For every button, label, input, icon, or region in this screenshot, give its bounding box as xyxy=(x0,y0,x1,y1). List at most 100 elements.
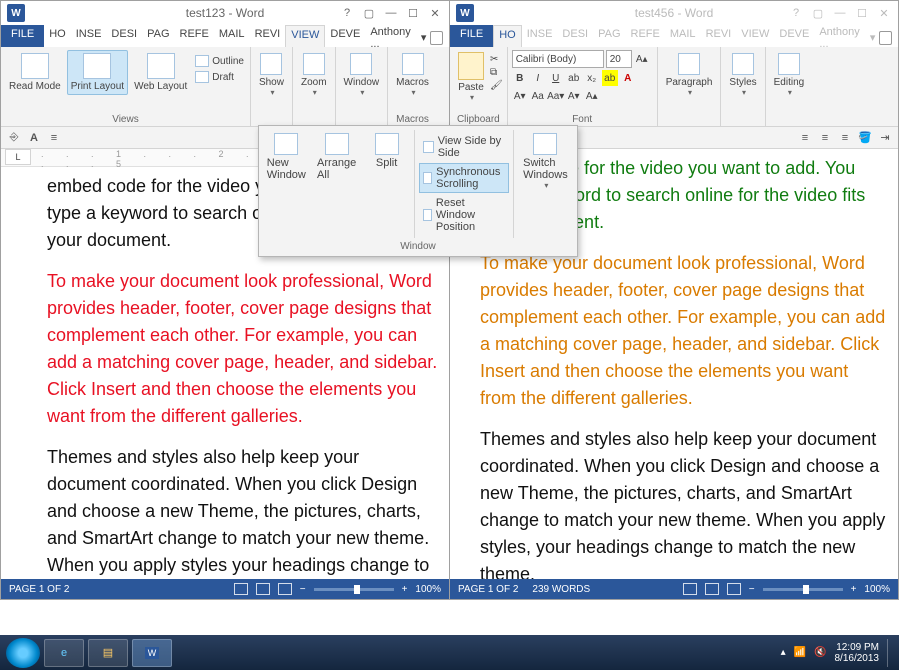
highlight-icon[interactable]: ab xyxy=(602,70,618,86)
minimize-icon[interactable]: — xyxy=(381,5,401,21)
view-mode-3-icon[interactable] xyxy=(727,583,741,595)
subscript-icon[interactable]: x₂ xyxy=(584,70,600,86)
start-button[interactable] xyxy=(6,638,40,668)
copy-icon[interactable]: ⧉ xyxy=(490,67,503,78)
clear-format-icon[interactable]: Aa xyxy=(530,88,546,104)
file-tab[interactable]: FILE xyxy=(1,25,44,47)
tab-design[interactable]: DESI xyxy=(106,25,142,47)
close-icon[interactable]: ✕ xyxy=(425,5,445,21)
view-side-by-side-button[interactable]: View Side by Side xyxy=(419,132,509,162)
close-icon[interactable]: ✕ xyxy=(874,5,894,21)
font-name-select[interactable]: Calibri (Body) xyxy=(512,50,604,68)
paint-icon[interactable]: 🪣 xyxy=(858,131,872,145)
zoom-in-icon[interactable]: + xyxy=(402,584,408,595)
new-window-button[interactable]: New Window xyxy=(263,130,310,184)
page-status[interactable]: PAGE 1 OF 2 xyxy=(458,584,518,595)
split-button[interactable]: Split xyxy=(364,130,410,172)
italic-icon[interactable]: I xyxy=(530,70,546,86)
tray-up-icon[interactable]: ▴ xyxy=(781,647,786,658)
view-mode-2-icon[interactable] xyxy=(256,583,270,595)
zoom-in-icon[interactable]: + xyxy=(851,584,857,595)
font-color-icon[interactable]: A xyxy=(620,70,636,86)
editing-button[interactable]: Editing xyxy=(770,50,809,100)
read-mode-button[interactable]: Read Mode xyxy=(5,50,65,95)
tab-review[interactable]: REVI xyxy=(701,25,737,47)
view-mode-1-icon[interactable] xyxy=(683,583,697,595)
zoom-value[interactable]: 100% xyxy=(415,584,441,595)
align-3-icon[interactable]: ≡ xyxy=(838,131,852,145)
page-status[interactable]: PAGE 1 OF 2 xyxy=(9,584,69,595)
synchronous-scrolling-button[interactable]: Synchronous Scrolling xyxy=(419,163,509,193)
macros-button[interactable]: Macros xyxy=(392,50,433,100)
ribbon-collapse-icon[interactable]: ▢ xyxy=(359,5,379,21)
zoom-out-icon[interactable]: − xyxy=(300,584,306,595)
tab-mail[interactable]: MAIL xyxy=(214,25,250,47)
tab-dev[interactable]: DEVE xyxy=(774,25,814,47)
zoom-value[interactable]: 100% xyxy=(864,584,890,595)
tab-page[interactable]: PAG xyxy=(142,25,174,47)
draft-button[interactable]: Draft xyxy=(193,70,246,84)
account-user[interactable]: Anthony ...▾ xyxy=(365,25,449,47)
show-desktop-button[interactable] xyxy=(887,639,893,667)
align-1-icon[interactable]: ≡ xyxy=(798,131,812,145)
ribbon-collapse-icon[interactable]: ▢ xyxy=(808,5,828,21)
tab-view[interactable]: VIEW xyxy=(285,25,325,47)
grow-font-icon[interactable]: A▴ xyxy=(634,51,650,67)
explorer-taskbar-button[interactable]: ▤ xyxy=(88,639,128,667)
print-layout-button[interactable]: Print Layout xyxy=(67,50,128,95)
zoom-out-icon[interactable]: − xyxy=(749,584,755,595)
tab-mail[interactable]: MAIL xyxy=(665,25,701,47)
tab-view[interactable]: VIEW xyxy=(736,25,774,47)
tab-refs[interactable]: REFE xyxy=(626,25,665,47)
maximize-icon[interactable]: ☐ xyxy=(403,5,423,21)
bold-a-icon[interactable]: A xyxy=(27,131,41,145)
underline-icon[interactable]: U xyxy=(548,70,564,86)
help-icon[interactable]: ? xyxy=(786,5,806,21)
page-break-icon[interactable]: ⎆ xyxy=(7,131,21,145)
zoom-button[interactable]: Zoom xyxy=(297,50,331,100)
strike-icon[interactable]: ab xyxy=(566,70,582,86)
indent-icon[interactable]: ⇥ xyxy=(878,131,892,145)
format-painter-icon[interactable]: 🖌 xyxy=(490,80,503,91)
view-mode-3-icon[interactable] xyxy=(278,583,292,595)
tab-refs[interactable]: REFE xyxy=(175,25,214,47)
switch-windows-button[interactable]: Switch Windows xyxy=(518,130,573,193)
tab-selector[interactable]: L xyxy=(5,149,31,165)
view-mode-2-icon[interactable] xyxy=(705,583,719,595)
zoom-slider[interactable] xyxy=(763,588,843,591)
tab-insert[interactable]: INSE xyxy=(71,25,107,47)
reset-window-position-button[interactable]: Reset Window Position xyxy=(419,194,509,236)
styles-button[interactable]: Styles xyxy=(725,50,760,100)
word-taskbar-button[interactable]: W xyxy=(132,639,172,667)
zoom-slider[interactable] xyxy=(314,588,394,591)
network-icon[interactable]: 📶 xyxy=(794,647,806,658)
text-effects-icon[interactable]: A▾ xyxy=(512,88,528,104)
align-2-icon[interactable]: ≡ xyxy=(818,131,832,145)
arrange-all-button[interactable]: Arrange All xyxy=(314,130,360,184)
cut-icon[interactable]: ✂ xyxy=(490,54,503,65)
grow-font2-icon[interactable]: A▴ xyxy=(584,88,600,104)
align-left-icon[interactable]: ≡ xyxy=(47,131,61,145)
tab-design[interactable]: DESI xyxy=(557,25,593,47)
maximize-icon[interactable]: ☐ xyxy=(852,5,872,21)
view-mode-1-icon[interactable] xyxy=(234,583,248,595)
tab-home[interactable]: HO xyxy=(493,25,522,47)
word-count[interactable]: 239 WORDS xyxy=(532,584,590,595)
window-button[interactable]: Window xyxy=(340,50,384,100)
tab-review[interactable]: REVI xyxy=(250,25,286,47)
ie-taskbar-button[interactable]: e xyxy=(44,639,84,667)
paste-button[interactable]: Paste xyxy=(454,50,488,104)
minimize-icon[interactable]: — xyxy=(830,5,850,21)
change-case-icon[interactable]: Aa▾ xyxy=(548,88,564,104)
tab-page[interactable]: PAG xyxy=(593,25,625,47)
bold-icon[interactable]: B xyxy=(512,70,528,86)
paragraph-button[interactable]: Paragraph xyxy=(662,50,717,100)
tab-insert[interactable]: INSE xyxy=(522,25,558,47)
tab-dev[interactable]: DEVE xyxy=(325,25,365,47)
shrink-font-icon[interactable]: A▾ xyxy=(566,88,582,104)
volume-icon[interactable]: 🔇 xyxy=(814,647,826,658)
file-tab[interactable]: FILE xyxy=(450,25,493,47)
outline-button[interactable]: Outline xyxy=(193,54,246,68)
tab-home[interactable]: HO xyxy=(44,25,71,47)
tray-clock[interactable]: 12:09 PM 8/16/2013 xyxy=(835,642,880,664)
